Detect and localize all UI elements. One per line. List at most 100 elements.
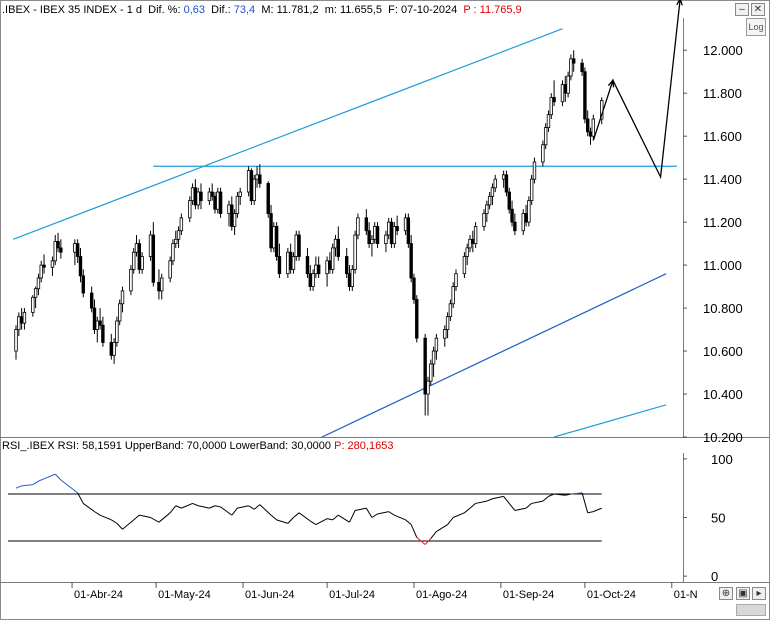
time-tick-label: 01-Jun-24 bbox=[245, 589, 295, 601]
candle-up bbox=[403, 217, 408, 232]
rsi-line-segment bbox=[542, 496, 549, 502]
candle-up bbox=[168, 260, 172, 279]
price-tick-label: 10.400 bbox=[703, 387, 743, 402]
candle-up bbox=[148, 234, 153, 257]
candle-down bbox=[56, 241, 60, 249]
candle-down bbox=[249, 170, 254, 202]
candle-up bbox=[17, 316, 21, 330]
candle-up bbox=[174, 238, 178, 245]
price-plot bbox=[12, 28, 677, 437]
candle-up bbox=[482, 213, 486, 227]
channel-line bbox=[320, 273, 667, 437]
candle-up bbox=[53, 241, 57, 262]
candle-up bbox=[112, 342, 116, 356]
scroll-track[interactable] bbox=[736, 604, 766, 616]
candle-up bbox=[462, 256, 467, 275]
candle-up bbox=[465, 247, 469, 257]
rsi-line-segment bbox=[469, 503, 476, 509]
candle-down bbox=[423, 337, 427, 395]
rsi-line-segment bbox=[94, 511, 101, 516]
rsi-line-segment bbox=[475, 500, 487, 504]
candle-down bbox=[406, 217, 411, 245]
time-tick-label: 01-Ago-24 bbox=[416, 589, 467, 601]
rsi-line-segment bbox=[198, 505, 210, 509]
rsi-line-segment bbox=[253, 504, 261, 510]
candle-down bbox=[19, 316, 24, 324]
rsi-line-segment bbox=[514, 507, 527, 511]
rsi-line-segment bbox=[430, 531, 437, 539]
candle-up bbox=[207, 191, 212, 202]
candle-down bbox=[415, 299, 419, 339]
rsi-name-label: RSI_.IBEX bbox=[2, 440, 55, 452]
rsi-line-segment bbox=[525, 503, 532, 509]
candle-down bbox=[580, 62, 584, 73]
rsi-line-segment bbox=[248, 505, 255, 510]
rsi-line-segment bbox=[293, 512, 300, 518]
candle-up bbox=[14, 329, 18, 352]
candle-up bbox=[468, 238, 472, 249]
candle-up bbox=[272, 226, 276, 249]
candle-down bbox=[412, 277, 416, 300]
rsi-line-segment bbox=[15, 485, 22, 489]
candle-up bbox=[560, 84, 565, 103]
candle-up bbox=[134, 243, 139, 253]
candle-up bbox=[132, 251, 136, 270]
candle-down bbox=[552, 97, 556, 103]
candle-down bbox=[269, 213, 273, 249]
candle-down bbox=[409, 243, 413, 279]
save-icon[interactable]: ▣ bbox=[736, 587, 750, 600]
candle-down bbox=[367, 230, 371, 245]
price-tick-label: 11.200 bbox=[703, 215, 742, 230]
candle-up bbox=[487, 195, 492, 206]
rsi-line-segment bbox=[447, 517, 454, 525]
rsi-tick-label: 0 bbox=[711, 569, 718, 584]
rsi-line-segment bbox=[326, 518, 333, 521]
candle-down bbox=[266, 183, 270, 214]
candle-up bbox=[232, 213, 237, 227]
candle-up bbox=[493, 178, 497, 189]
time-tick-label: 01-Oct-24 bbox=[587, 589, 636, 601]
candle-down bbox=[586, 118, 590, 133]
candle-up bbox=[246, 170, 251, 193]
time-tick-label: 01-Abr-24 bbox=[74, 589, 123, 601]
rsi-line-segment bbox=[464, 507, 471, 514]
candle-up bbox=[311, 273, 315, 287]
rsi-line-segment bbox=[371, 513, 378, 518]
rsi-line-segment bbox=[43, 473, 56, 480]
candle-up bbox=[429, 363, 433, 382]
rsi-line-segment bbox=[424, 538, 432, 545]
candle-up bbox=[115, 320, 119, 343]
candle-up bbox=[129, 268, 133, 292]
candle-up bbox=[350, 268, 355, 287]
zoom-button[interactable]: ⊕ bbox=[719, 587, 733, 600]
candle-down bbox=[572, 58, 576, 64]
candle-up bbox=[171, 243, 175, 262]
rsi-line-segment bbox=[169, 505, 177, 514]
candle-down bbox=[297, 234, 301, 257]
candle-up bbox=[353, 234, 357, 270]
rsi-line-segment bbox=[486, 498, 493, 502]
candle-up bbox=[314, 264, 318, 275]
rsi-line-segment bbox=[593, 507, 602, 513]
rsi-line-segment bbox=[355, 507, 367, 511]
price-tick-label: 11.400 bbox=[703, 172, 742, 187]
chart-window: .IBEX - IBEX 35 INDEX - 1 d Dif. %: 0,63… bbox=[0, 0, 770, 620]
rsi-tick-label: 100 bbox=[711, 452, 733, 467]
candle-up bbox=[238, 191, 242, 197]
rsi-line-segment bbox=[38, 478, 45, 482]
candle-up bbox=[543, 127, 548, 146]
next-button[interactable]: ▸ bbox=[752, 587, 766, 600]
rsi-line-segment bbox=[587, 511, 594, 514]
candle-down bbox=[157, 281, 161, 292]
rsi-line-segment bbox=[276, 519, 289, 524]
candle-up bbox=[120, 290, 125, 305]
candle-up bbox=[490, 187, 495, 197]
candle-down bbox=[277, 256, 282, 275]
candle-up bbox=[448, 303, 453, 318]
candle-down bbox=[109, 342, 113, 356]
candle-up bbox=[426, 380, 430, 395]
candle-up bbox=[330, 247, 335, 270]
rsi-line-segment bbox=[349, 510, 356, 523]
window-frame bbox=[0, 0, 770, 620]
candle-up bbox=[160, 277, 164, 292]
